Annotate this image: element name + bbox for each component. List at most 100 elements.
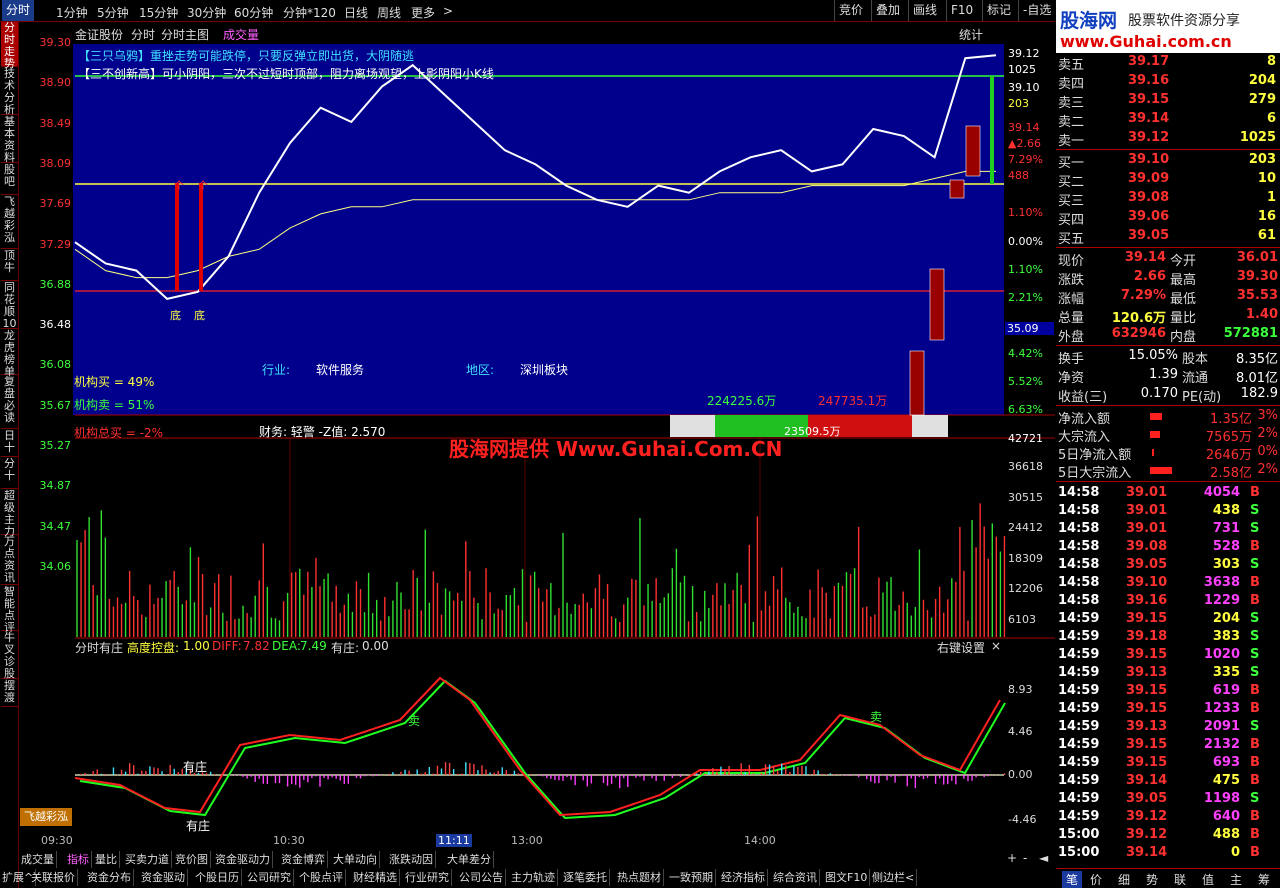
tab-fenshi[interactable]: 分时 xyxy=(2,0,35,21)
bottom-tab-0[interactable]: 成交量 xyxy=(19,851,57,868)
tab-more[interactable]: 更多 xyxy=(411,4,435,21)
left-nav-item-3[interactable]: 股吧 xyxy=(1,164,18,195)
left-nav-item-12[interactable]: 万点资讯 xyxy=(1,536,18,585)
tick-side-4: S xyxy=(1250,557,1260,572)
bottom-tab2-1[interactable]: 关联报价 xyxy=(29,869,78,886)
region-value: 深圳板块 xyxy=(520,363,569,377)
bottom-tab-2[interactable]: 量比 xyxy=(93,851,120,868)
quote-label2-3: 量比 xyxy=(1170,311,1197,326)
side-tab-2[interactable]: 细 xyxy=(1118,871,1130,888)
bottom-tab2-9[interactable]: 公司公告 xyxy=(457,869,506,886)
overlay-button[interactable]: 叠加 xyxy=(871,0,904,21)
left-nav-item-9[interactable]: 日十 xyxy=(1,430,18,457)
bottom-tab2-4[interactable]: 个股日历 xyxy=(193,869,242,886)
jingjia-button[interactable]: 竞价 xyxy=(834,0,867,21)
flow-pct-0: 3% xyxy=(1257,408,1278,423)
zoom-left-button[interactable]: ◄ xyxy=(1039,851,1048,865)
bottom-tab-9[interactable]: 大单差分 xyxy=(445,851,494,868)
bottom-tab-7[interactable]: 大单动向 xyxy=(331,851,380,868)
left-nav-item-4[interactable]: 飞越彩泓 xyxy=(1,196,18,249)
ind-sell-mark-2: 卖 xyxy=(870,710,883,724)
zoom-minus-button[interactable]: - xyxy=(1023,851,1027,865)
tab-1min[interactable]: 1分钟 xyxy=(56,4,88,21)
right-click-setting[interactable]: 右键设置 xyxy=(937,639,985,656)
tick-price-10: 39.13 xyxy=(1126,665,1168,680)
tick-price-9: 39.15 xyxy=(1126,647,1168,662)
bid-price-0: 39.10 xyxy=(1128,152,1170,167)
bottom-tab2-6[interactable]: 个股点评 xyxy=(297,869,346,886)
tick-price-1: 39.01 xyxy=(1126,503,1168,518)
side-tab-4[interactable]: 联 xyxy=(1174,871,1186,888)
bottom-tab2-16[interactable]: 图文F10 xyxy=(823,869,871,886)
bottom-tab2-14[interactable]: 经济指标 xyxy=(719,869,768,886)
more-arrow-icon[interactable]: > xyxy=(443,4,453,18)
left-nav-item-6[interactable]: 同花顺10 xyxy=(1,282,18,330)
left-nav-item-0[interactable]: 分时走势 xyxy=(1,22,18,70)
bottom-tab-4[interactable]: 竞价图 xyxy=(173,851,211,868)
side-tab-5[interactable]: 值 xyxy=(1202,871,1214,888)
tick-row-7: 14:59 39.15 204 S xyxy=(1056,610,1280,629)
bottom-tab-8[interactable]: 涨跌动因 xyxy=(387,851,436,868)
flow-bar-grey-right xyxy=(912,415,948,437)
left-nav-item-11[interactable]: 超级主力 xyxy=(1,490,18,538)
left-nav-item-8[interactable]: 复盘必读 xyxy=(1,376,18,429)
tick-row-8: 14:59 39.18 383 S xyxy=(1056,628,1280,647)
left-nav-item-14[interactable]: 牛叉诊股 xyxy=(1,632,18,680)
tick-price-14: 39.15 xyxy=(1126,737,1168,752)
quote2-val-2: 0.170 xyxy=(1140,386,1178,401)
left-nav-item-1[interactable]: 技术分析 xyxy=(1,68,18,116)
left-nav-item-10[interactable]: 分十 xyxy=(1,458,18,489)
bottom-tab2-13[interactable]: 一致预期 xyxy=(667,869,716,886)
tab-5min[interactable]: 5分钟 xyxy=(97,4,129,21)
side-tab-7[interactable]: 筹 xyxy=(1258,871,1270,888)
mark-button[interactable]: 标记 xyxy=(982,0,1015,21)
left-nav-item-5[interactable]: 顶牛 xyxy=(1,250,18,281)
bottom-tab2-12[interactable]: 热点题材 xyxy=(615,869,664,886)
left-nav-item-2[interactable]: 基本资料 xyxy=(1,116,18,164)
bottom-tab2-10[interactable]: 主力轨迹 xyxy=(509,869,558,886)
bottom-tab2-15[interactable]: 综合资讯 xyxy=(771,869,820,886)
bottom-tab2-3[interactable]: 资金驱动 xyxy=(139,869,188,886)
side-tab-0[interactable]: 笔 xyxy=(1062,871,1083,888)
bottom-tab2-2[interactable]: 资金分布 xyxy=(85,869,134,886)
ind-axis-label-3: -4.46 xyxy=(1008,813,1037,826)
bottom-tab-5[interactable]: 资金驱动力 xyxy=(213,851,273,868)
left-nav-item-13[interactable]: 智能点评 xyxy=(1,586,18,634)
tab-15min[interactable]: 15分钟 xyxy=(139,4,178,21)
left-badge[interactable]: 飞越彩泓 xyxy=(20,808,72,826)
side-tab-1[interactable]: 价 xyxy=(1090,871,1102,888)
time-axis: 09:30 10:30 11:11 13:00 14:00 xyxy=(19,834,1055,850)
tab-120min[interactable]: 分钟*120 xyxy=(283,4,336,21)
left-nav-item-7[interactable]: 龙虎榜单 xyxy=(1,330,18,378)
draw-button[interactable]: 画线 xyxy=(908,0,941,21)
bottom-tab-1[interactable]: 指标 xyxy=(65,851,92,868)
tab-weekly[interactable]: 周线 xyxy=(377,4,401,21)
tick-side-2: S xyxy=(1250,521,1260,536)
tick-side-7: S xyxy=(1250,611,1260,626)
tick-row-2: 14:58 39.01 731 S xyxy=(1056,520,1280,539)
close-icon[interactable]: × xyxy=(991,639,1001,653)
watchlist-button[interactable]: -自选 xyxy=(1018,0,1055,21)
quote2-row-1: 净资 1.39 流通 8.01亿 xyxy=(1056,366,1280,386)
tick-row-19: 15:00 39.12 488 B xyxy=(1056,826,1280,845)
bottom-tab2-17[interactable]: 侧边栏< xyxy=(870,869,918,886)
bottom-tab-3[interactable]: 买卖力道 xyxy=(123,851,172,868)
bottom-tab2-11[interactable]: 逐笔委托 xyxy=(561,869,610,886)
bottom-tab2-8[interactable]: 行业研究 xyxy=(403,869,452,886)
f10-button[interactable]: F10 xyxy=(946,0,977,21)
bottom-tab-6[interactable]: 资金博弈 xyxy=(279,851,328,868)
side-tab-6[interactable]: 主 xyxy=(1230,871,1242,888)
bottom-tab2-5[interactable]: 公司研究 xyxy=(245,869,294,886)
bottom-tab2-7[interactable]: 财经精选 xyxy=(351,869,400,886)
tick-price-11: 39.15 xyxy=(1126,683,1168,698)
left-nav-item-15[interactable]: 摆渡 xyxy=(1,680,18,707)
flow-val-3: 2.58亿 xyxy=(1210,466,1252,481)
tab-60min[interactable]: 60分钟 xyxy=(234,4,273,21)
logo-slogan: 股票软件资源分享 xyxy=(1128,13,1240,29)
tab-30min[interactable]: 30分钟 xyxy=(187,4,226,21)
tab-daily[interactable]: 日线 xyxy=(344,4,368,21)
side-tab-3[interactable]: 势 xyxy=(1146,871,1158,888)
price-axis-label-2: 38.49 xyxy=(39,116,72,130)
orderbook-divider xyxy=(1056,149,1280,150)
zoom-plus-button[interactable]: + xyxy=(1007,851,1017,865)
